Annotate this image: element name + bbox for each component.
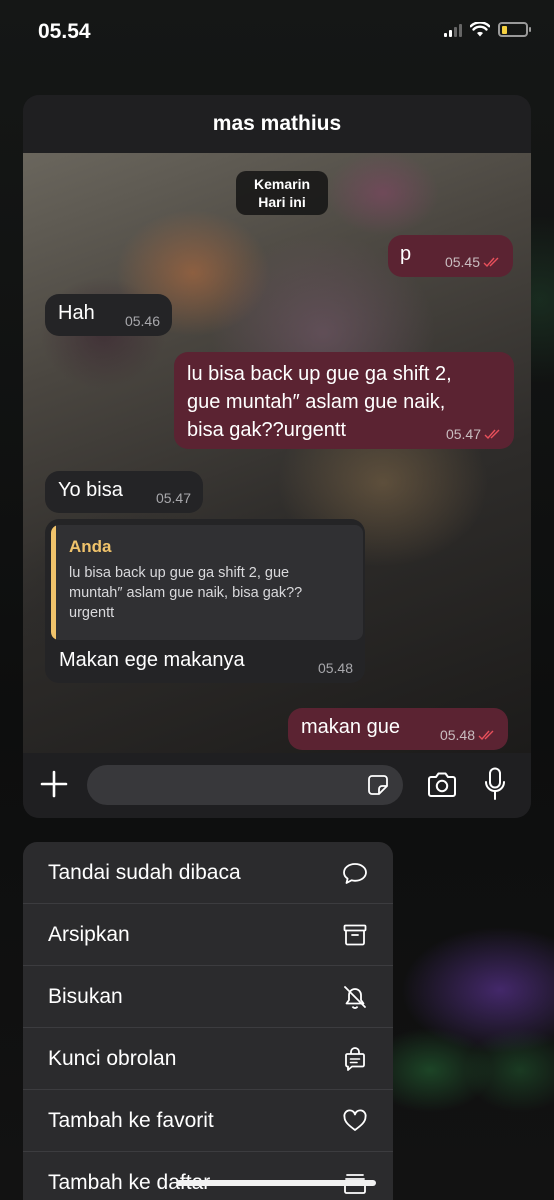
message-text: Yo bisa	[58, 479, 123, 501]
battery-level	[501, 25, 508, 34]
menu-item-mute[interactable]: Bisukan	[23, 966, 393, 1028]
status-time: 05.54	[38, 20, 91, 43]
message-input-bar	[23, 753, 531, 818]
read-ticks-icon	[483, 257, 499, 267]
home-indicator[interactable]	[176, 1180, 376, 1186]
chat-title: mas mathius	[23, 95, 531, 153]
cellular-signal-icon	[444, 23, 462, 37]
message-bubble-outgoing[interactable]: p 05.45	[388, 235, 513, 277]
date-chip-today: Hari ini	[258, 194, 306, 210]
date-chip: Kemarin Hari ini	[236, 171, 328, 215]
menu-item-lock-chat[interactable]: Kunci obrolan	[23, 1028, 393, 1090]
wifi-icon	[470, 22, 490, 37]
message-line: bisa gak??urgentt	[187, 419, 347, 441]
mic-icon[interactable]	[484, 767, 506, 801]
message-bubble-incoming[interactable]: Yo bisa 05.47	[45, 471, 203, 513]
message-line: lu bisa back up gue ga shift 2,	[187, 363, 452, 385]
status-icons	[444, 22, 531, 37]
message-bubble-incoming[interactable]: Hah 05.46	[45, 294, 172, 336]
quoted-message[interactable]: Anda lu bisa back up gue ga shift 2, gue…	[51, 525, 363, 640]
archive-icon	[343, 924, 367, 945]
quoted-line: lu bisa back up gue ga shift 2, gue	[69, 565, 290, 581]
quoted-line: muntah″ aslam gue naik, bisa gak??	[69, 585, 303, 601]
bell-slash-icon	[344, 985, 366, 1009]
message-time-text: 05.47	[445, 426, 481, 442]
plus-icon[interactable]	[40, 770, 68, 798]
quoted-line: urgentt	[69, 605, 115, 621]
menu-item-archive[interactable]: Arsipkan	[23, 904, 393, 966]
menu-item-mark-read[interactable]: Tandai sudah dibaca	[23, 842, 393, 904]
message-text: makan gue	[301, 716, 400, 738]
quoted-text: lu bisa back up gue ga shift 2, gue munt…	[69, 563, 351, 623]
message-line: gue muntah″ aslam gue naik,	[187, 391, 446, 413]
message-time-text: 05.45	[444, 254, 480, 270]
message-bubble-outgoing[interactable]: lu bisa back up gue ga shift 2, gue munt…	[174, 352, 514, 449]
message-input[interactable]	[87, 765, 403, 805]
menu-item-add-to-list[interactable]: Tambah ke daftar	[23, 1152, 393, 1200]
message-time: 05.48	[317, 660, 353, 676]
message-text: Hah	[58, 302, 95, 324]
menu-item-label: Tambah ke favorit	[48, 1108, 214, 1132]
lock-chat-icon	[345, 1046, 365, 1071]
message-time: 05.45	[445, 255, 501, 269]
read-ticks-icon	[478, 730, 494, 740]
sticker-icon[interactable]	[367, 774, 389, 796]
chat-preview-card[interactable]: mas mathius Kemarin Hari ini p 05.45 Hah…	[23, 95, 531, 818]
chat-context-menu: Tandai sudah dibaca Arsipkan Bisukan Kun…	[23, 842, 393, 1200]
message-bubble-outgoing[interactable]: makan gue 05.48	[288, 708, 508, 750]
message-time: 05.48	[440, 728, 496, 742]
message-text: p	[400, 243, 412, 265]
message-text: Makan ege makanya	[59, 649, 245, 671]
camera-icon[interactable]	[426, 771, 458, 799]
quoted-author: Anda	[69, 537, 112, 556]
status-bar: 05.54	[0, 0, 554, 70]
message-time: 05.46	[124, 313, 160, 329]
date-chip-yesterday: Kemarin	[253, 176, 311, 192]
menu-item-label: Arsipkan	[48, 922, 130, 946]
menu-item-label: Bisukan	[48, 984, 123, 1008]
menu-item-add-favorite[interactable]: Tambah ke favorit	[23, 1090, 393, 1152]
heart-icon	[343, 1108, 367, 1131]
menu-item-label: Tandai sudah dibaca	[48, 860, 241, 884]
message-bubble-incoming-reply[interactable]: Anda lu bisa back up gue ga shift 2, gue…	[45, 519, 365, 683]
message-time: 05.47	[446, 427, 502, 441]
battery-icon	[498, 22, 531, 37]
message-time-text: 05.48	[439, 727, 475, 743]
chat-bubble-icon	[343, 862, 367, 884]
menu-item-label: Kunci obrolan	[48, 1046, 177, 1070]
chat-messages-area: Kemarin Hari ini p 05.45 Hah 05.46 lu bi…	[23, 153, 531, 753]
read-ticks-icon	[484, 429, 500, 439]
message-time: 05.47	[155, 490, 191, 506]
message-text: lu bisa back up gue ga shift 2, gue munt…	[187, 360, 452, 444]
